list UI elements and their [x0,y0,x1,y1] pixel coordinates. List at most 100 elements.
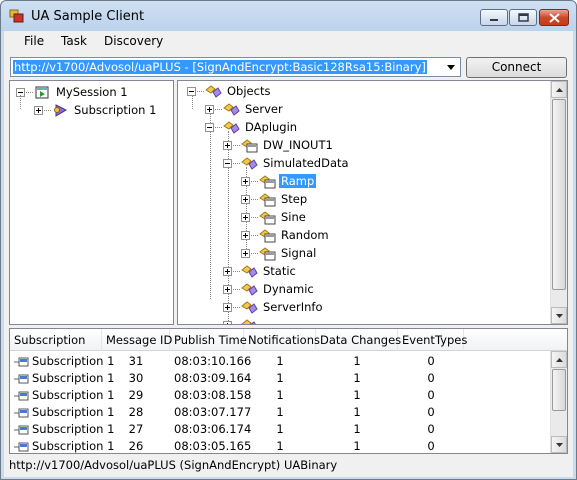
expand-icon[interactable] [223,140,232,150]
column-header-event-types[interactable]: EventTypes [398,329,467,351]
cell-event-types: 0 [427,405,435,419]
cell-message-id: 27 [128,422,144,436]
cell-notifications: 1 [276,388,284,402]
cell-message-id: 29 [128,388,144,402]
column-header-data-changes[interactable]: Data Changes [316,329,401,351]
scroll-up-button[interactable] [551,81,567,98]
collapse-icon[interactable] [223,158,232,168]
expand-icon[interactable] [241,176,250,186]
dw-inout1-label[interactable]: DW_INOUT1 [261,138,335,152]
cell-event-types: 0 [427,354,435,368]
dynamic-label[interactable]: Dynamic [261,282,316,296]
random-label[interactable]: Random [279,228,331,242]
endpoint-value[interactable]: http://v1700/Advosol/uaPLUS - [SignAndEn… [13,60,427,74]
menu-task[interactable]: Task [61,34,87,48]
column-header-subscription[interactable]: Subscription [10,329,102,351]
dropdown-arrow-icon[interactable] [443,59,459,75]
collapse-icon[interactable] [205,122,214,132]
scroll-down-button[interactable] [551,307,567,324]
minimize-icon [490,18,498,21]
tree-node-server[interactable]: Server [205,100,285,118]
cell-data-changes: 1 [353,371,361,385]
tree-node-step[interactable]: Step [241,190,309,208]
cell-data-changes: 1 [353,405,361,419]
expand-icon[interactable] [241,194,250,204]
tree-node-objects[interactable]: Objects [187,82,272,100]
expand-icon[interactable] [223,284,232,294]
tree-node-random[interactable]: Random [241,226,331,244]
expand-icon[interactable] [34,105,43,115]
menu-file[interactable]: File [24,34,44,48]
signal-label[interactable]: Signal [279,246,318,260]
server-info-label[interactable]: ServerInfo [261,300,324,314]
endpoint-combobox[interactable]: http://v1700/Advosol/uaPLUS - [SignAndEn… [10,57,461,77]
arrow-down-icon [555,313,563,318]
scroll-thumb[interactable] [552,369,566,411]
objects-label[interactable]: Objects [225,84,272,98]
title-bar[interactable]: UA Sample Client [1,1,576,31]
expand-icon[interactable] [241,248,250,258]
object-icon [241,300,258,314]
object-icon [223,120,240,134]
menu-discovery[interactable]: Discovery [104,34,163,48]
notification-list[interactable]: Subscription Message ID Publish Time Not… [9,328,568,454]
expand-icon[interactable] [205,104,214,114]
tree-node-daplugin[interactable]: DAplugin [205,118,299,136]
cell-publish-time: 08:03:07.177 [174,405,252,419]
scroll-down-button[interactable] [551,436,567,453]
simulated-data-label[interactable]: SimulatedData [261,156,351,170]
table-row[interactable]: Subscription 1 28 08:03:07.177 1 1 0 [10,404,550,421]
table-row[interactable]: Subscription 1 26 08:03:05.165 1 1 0 [10,438,550,453]
tree-node-dw-inout1[interactable]: DW_INOUT1 [223,136,335,154]
maximize-button[interactable] [509,9,537,26]
expand-icon[interactable] [223,302,232,312]
column-header-message-id[interactable]: Message ID [102,329,172,351]
step-label[interactable]: Step [279,192,309,206]
session-label[interactable]: MySession 1 [54,85,130,99]
variable-icon [259,228,276,242]
scroll-up-button[interactable] [551,351,567,368]
cell-data-changes: 1 [353,388,361,402]
list-header: Subscription Message ID Publish Time Not… [10,329,567,351]
table-row[interactable]: Subscription 1 29 08:03:08.158 1 1 0 [10,387,550,404]
expand-icon[interactable] [241,230,250,240]
ramp-label[interactable]: Ramp [279,174,317,188]
tree-node-signal[interactable]: Signal [241,244,318,262]
tree-node-ramp[interactable]: Ramp [241,172,317,190]
collapse-icon[interactable] [187,86,196,96]
tree-node-dynamic[interactable]: Dynamic [223,280,316,298]
sine-label[interactable]: Sine [279,210,308,224]
table-row[interactable]: Subscription 1 31 08:03:10.166 1 1 0 [10,353,550,370]
column-header-publish-time[interactable]: Publish Time [170,329,247,351]
tree-node-static[interactable]: Static [223,262,298,280]
subscription-label[interactable]: Subscription 1 [72,103,158,117]
table-row[interactable]: Subscription 1 27 08:03:06.174 1 1 0 [10,421,550,438]
scroll-thumb[interactable] [552,99,566,290]
session-tree[interactable]: MySession 1 Subscription 1 [9,80,174,325]
tree-node-simulated-data[interactable]: SimulatedData [223,154,351,172]
tree-node-session[interactable]: MySession 1 [16,83,130,101]
expand-icon[interactable] [223,320,232,324]
connect-button[interactable]: Connect [466,57,567,78]
variable-icon [259,192,276,206]
tree-node-partial[interactable] [223,316,261,324]
tree-vertical-scrollbar[interactable] [550,81,567,324]
minimize-button[interactable] [480,9,508,26]
tree-node-subscription[interactable]: Subscription 1 [34,101,158,119]
tree-node-sine[interactable]: Sine [241,208,308,226]
cell-message-id: 31 [128,354,144,368]
table-row[interactable]: Subscription 1 30 08:03:09.164 1 1 0 [10,370,550,387]
object-icon [241,156,258,170]
server-label[interactable]: Server [243,102,285,116]
cell-message-id: 26 [128,439,144,453]
column-header-notifications[interactable]: Notifications [244,329,320,351]
list-vertical-scrollbar[interactable] [550,351,567,453]
subscription-row-icon [14,391,29,401]
static-label[interactable]: Static [261,264,298,278]
daplugin-label[interactable]: DAplugin [243,120,299,134]
tree-node-server-info[interactable]: ServerInfo [223,298,324,316]
expand-icon[interactable] [223,266,232,276]
address-space-tree[interactable]: Objects Server DAplugin DW_INOUT1 Simula [177,80,568,325]
close-button[interactable] [539,9,569,26]
expand-icon[interactable] [241,212,250,222]
